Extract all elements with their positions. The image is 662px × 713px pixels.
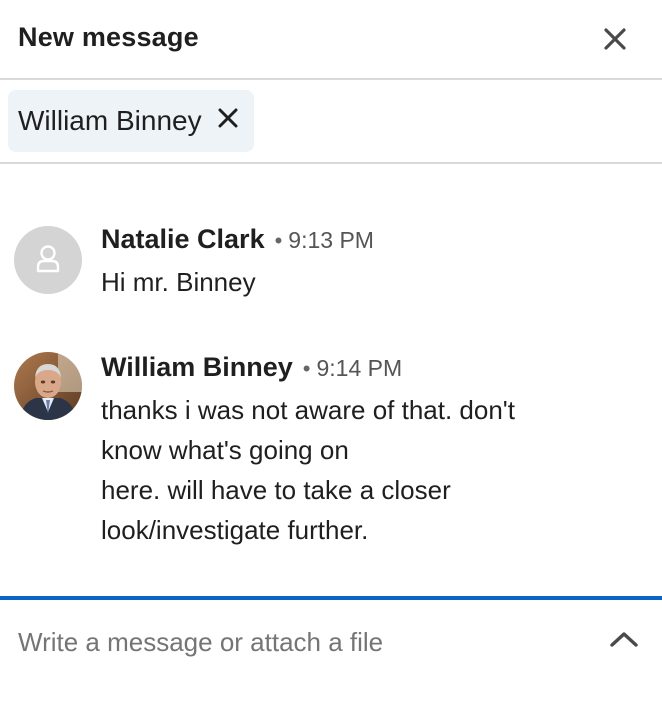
message-body: thanks i was not aware of that. don't kn…	[101, 395, 515, 545]
message-time: 9:13 PM	[288, 227, 374, 253]
sender-name[interactable]: Natalie Clark	[101, 224, 265, 255]
recipient-chip[interactable]: William Binney	[8, 90, 254, 152]
new-message-window: New message William Binney Natalie Clark…	[0, 0, 662, 713]
page-title: New message	[18, 22, 199, 52]
recipients-field[interactable]: William Binney	[0, 80, 662, 164]
message-meta: Natalie Clark • 9:13 PM	[101, 224, 374, 255]
close-icon	[604, 28, 626, 50]
message-input[interactable]	[18, 622, 578, 662]
message-header: New message	[0, 0, 662, 80]
avatar[interactable]	[14, 226, 82, 294]
chevron-up-icon	[610, 632, 638, 647]
separator-dot: •	[274, 228, 283, 253]
sender-name[interactable]: William Binney	[101, 352, 293, 383]
recipient-name: William Binney	[18, 105, 202, 136]
remove-recipient-button[interactable]	[216, 106, 240, 130]
message-thread[interactable]: Natalie Clark • 9:13 PM Hi mr. Binney Wi…	[0, 164, 662, 596]
profile-photo	[14, 352, 82, 420]
expand-composer-button[interactable]	[608, 628, 640, 650]
avatar[interactable]	[14, 352, 82, 420]
message-body: Hi mr. Binney	[101, 267, 256, 297]
message-composer	[0, 600, 662, 713]
message-time: 9:14 PM	[316, 355, 403, 381]
close-button[interactable]	[598, 22, 632, 56]
default-person-icon	[36, 245, 60, 273]
separator-dot: •	[302, 356, 311, 381]
message-meta: William Binney • 9:14 PM	[101, 352, 402, 383]
close-icon	[218, 108, 238, 128]
